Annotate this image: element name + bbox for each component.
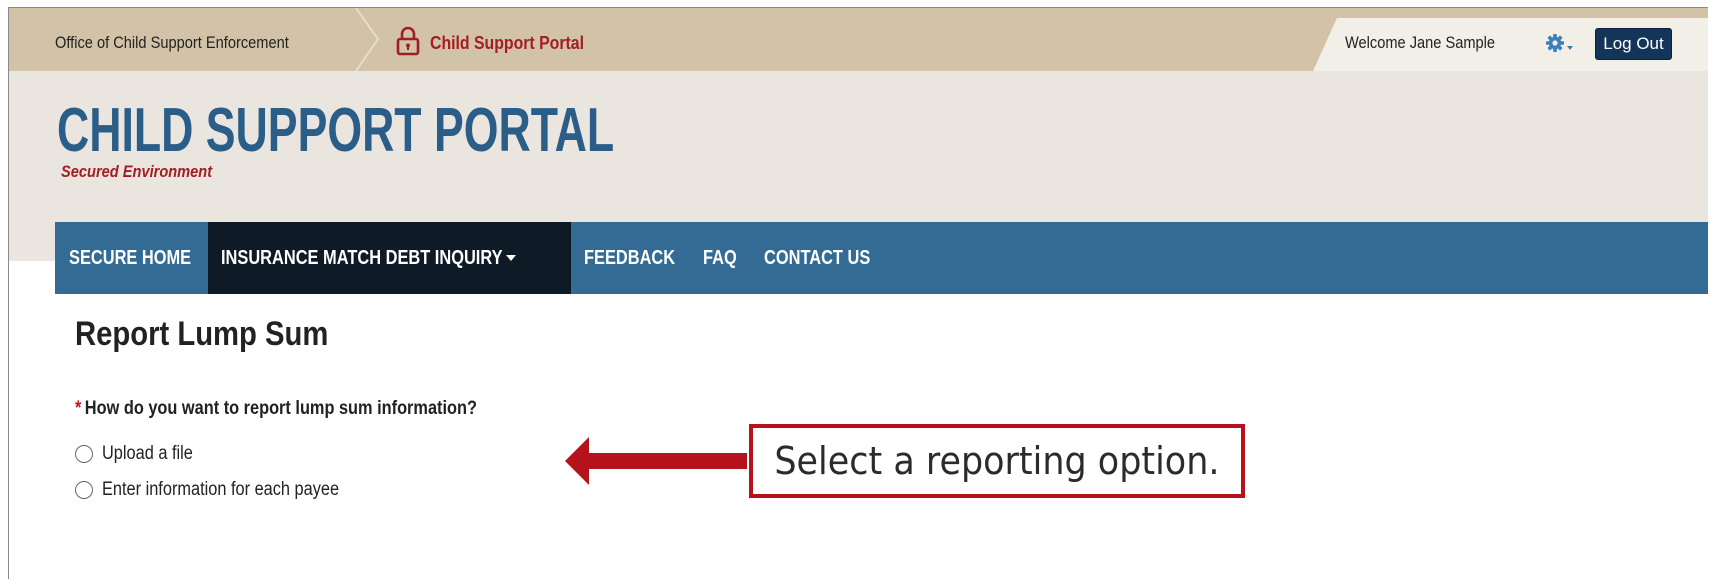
radio-upload-file[interactable] — [75, 445, 93, 463]
utility-bar: Office of Child Support Enforcement Chil… — [9, 8, 1708, 71]
option-label: Enter information for each payee — [102, 479, 340, 500]
nav-contact-us[interactable]: CONTACT US — [756, 222, 906, 294]
lock-icon — [396, 26, 420, 56]
gear-icon[interactable] — [1544, 31, 1574, 55]
nav-label: CONTACT US — [764, 246, 871, 269]
required-marker: * — [75, 398, 82, 419]
logout-button[interactable]: Log Out — [1595, 28, 1672, 60]
nav-label: FEEDBACK — [584, 246, 676, 269]
page-title: Report Lump Sum — [75, 315, 329, 353]
option-enter-info-each-payee[interactable]: Enter information for each payee — [75, 479, 378, 501]
main-nav: SECURE HOME INSURANCE MATCH DEBT INQUIRY… — [55, 222, 1708, 294]
option-upload-file[interactable]: Upload a file — [75, 443, 208, 465]
portal-breadcrumb-link[interactable]: Child Support Portal — [430, 33, 584, 54]
welcome-text: Welcome Jane Sample — [1345, 33, 1496, 52]
breadcrumb-separator — [355, 8, 380, 71]
nav-feedback[interactable]: FEEDBACK — [571, 222, 692, 294]
nav-faq[interactable]: FAQ — [692, 222, 756, 294]
nav-secure-home[interactable]: SECURE HOME — [55, 222, 208, 294]
site-title: CHILD SUPPORT PORTAL — [57, 96, 615, 165]
nav-label: FAQ — [703, 246, 737, 269]
nav-insurance-match-debt-inquiry[interactable]: INSURANCE MATCH DEBT INQUIRY — [208, 222, 571, 294]
report-method-question: * How do you want to report lump sum info… — [75, 398, 477, 420]
caret-down-icon — [506, 255, 517, 261]
site-subtitle: Secured Environment — [61, 162, 213, 181]
question-text: How do you want to report lump sum infor… — [84, 398, 477, 419]
radio-enter-info-each-payee[interactable] — [75, 481, 93, 499]
portal-window: Office of Child Support Enforcement Chil… — [8, 7, 1708, 579]
nav-label: SECURE HOME — [69, 246, 192, 269]
option-label: Upload a file — [102, 443, 193, 464]
callout-text: Select a reporting option. — [774, 439, 1220, 483]
agency-name: Office of Child Support Enforcement — [55, 33, 289, 52]
callout-arrow-icon — [565, 437, 747, 485]
nav-label: INSURANCE MATCH DEBT INQUIRY — [221, 246, 503, 269]
instruction-callout: Select a reporting option. — [749, 424, 1245, 498]
